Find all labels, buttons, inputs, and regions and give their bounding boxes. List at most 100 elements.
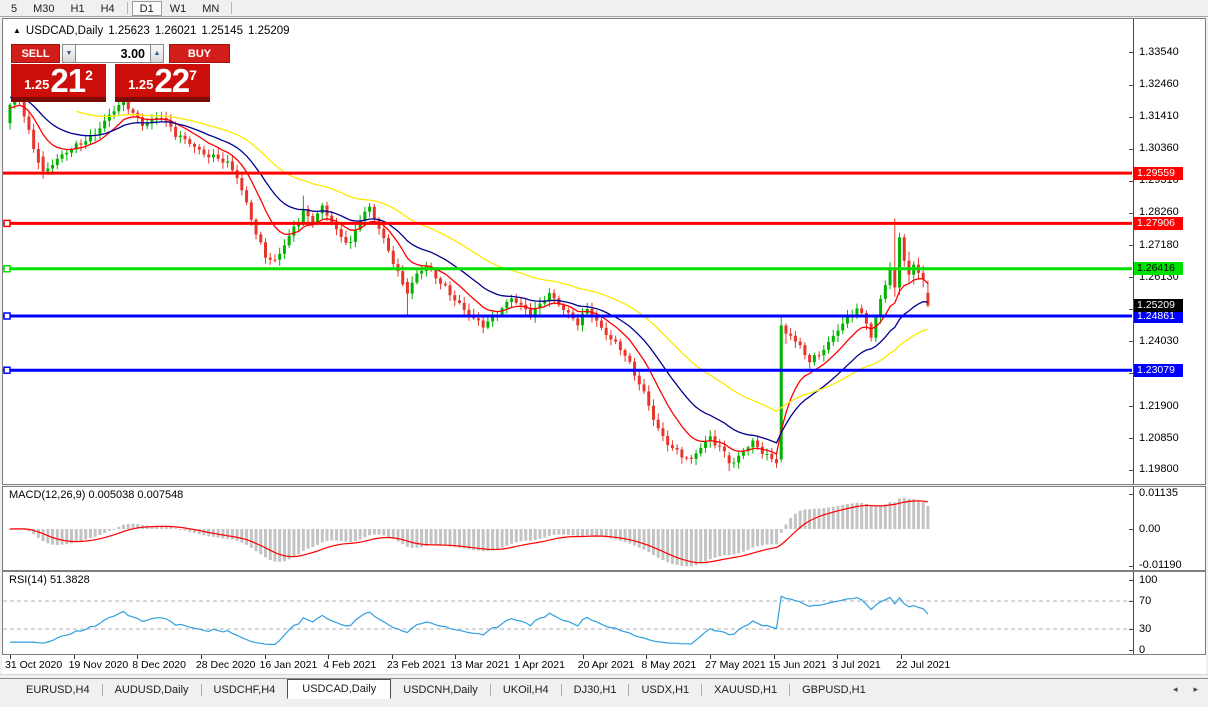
date-tick-label: 3 Jul 2021 (832, 659, 881, 671)
macd-label: MACD(12,26,9) 0.005038 0.007548 (9, 489, 184, 501)
buy-price-prefix: 1.25 (128, 77, 154, 92)
timeframe-D1[interactable]: D1 (131, 0, 162, 16)
date-tick-label: 28 Dec 2020 (195, 659, 256, 671)
down-arrow-icon: ▼ (65, 50, 73, 57)
current-price-flag: 1.25209 (1134, 298, 1183, 312)
date-tick-label: 15 Jun 2021 (768, 659, 827, 671)
date-tick-label: 4 Feb 2021 (323, 659, 377, 671)
tab-USDX,H1[interactable]: USDX,H1 (629, 681, 701, 699)
rsi-axis-line (1133, 572, 1134, 654)
toolbar-separator (231, 2, 233, 14)
sell-button[interactable]: SELL (11, 44, 60, 63)
sell-price-prefix: 1.25 (24, 77, 50, 92)
ohlc-low: 1.25145 (201, 25, 243, 37)
tab-DJ30,H1[interactable]: DJ30,H1 (562, 681, 629, 699)
price-tick: 1.32460 (1139, 78, 1179, 91)
timeframe-5[interactable]: 5 (3, 1, 25, 16)
date-tick-label: 19 Nov 2020 (68, 659, 129, 671)
price-tick: 1.33540 (1139, 45, 1179, 58)
tab-USDCAD,Daily[interactable]: USDCAD,Daily (287, 678, 392, 699)
ohlc-open: 1.25623 (108, 25, 150, 37)
hlines-group (3, 171, 1132, 374)
volume-increase-button[interactable]: ▲ (150, 44, 164, 63)
one-click-trading-panel: SELL ▼ ▲ BUY 1.25 21 2 1.25 22 7 (3, 44, 233, 124)
buy-price-big: 22 (154, 62, 190, 99)
chart-title: ▲ USDCAD,Daily 1.25623 1.26021 1.25145 1… (13, 25, 290, 37)
buy-price-box[interactable]: 1.25 22 7 (115, 64, 210, 97)
macd-tick: -0.01190 (1139, 559, 1182, 572)
date-tick-label: 20 Apr 2021 (577, 659, 635, 671)
ohlc-high: 1.26021 (154, 25, 197, 37)
date-tick-label: 23 Feb 2021 (386, 659, 446, 671)
rsi-tick: 100 (1139, 573, 1158, 586)
main-chart-panel: 1.33540 1.32460 1.31410 1.30360 1.29310 1.282… (2, 18, 1206, 485)
date-axis[interactable]: 31 Oct 2020 19 Nov 2020 8 Dec 2020 28 Dec 2… (2, 655, 1206, 674)
buy-box-shadow (115, 97, 210, 102)
date-tick-label: 8 Dec 2020 (132, 659, 186, 671)
tab-scroll-left-icon[interactable]: ◂ (1173, 684, 1178, 695)
macd-axis-line (1133, 487, 1134, 570)
timeframe-toolbar: 5 M30 H1 H4 D1 W1 MN (0, 0, 1208, 17)
price-axis-line (1133, 19, 1134, 484)
price-tick: 1.31410 (1139, 110, 1179, 123)
volume-decrease-button[interactable]: ▼ (62, 44, 76, 63)
price-tick: 1.27180 (1139, 238, 1179, 251)
date-tick-label: 16 Jan 2021 (259, 659, 318, 671)
sell-price-sup: 2 (85, 67, 93, 83)
rsi-plot (3, 595, 1132, 646)
price-tick: 1.19800 (1139, 463, 1179, 476)
timeframe-M30[interactable]: M30 (25, 1, 62, 16)
rsi-tick: 70 (1139, 594, 1152, 607)
date-tick-label: 13 Mar 2021 (450, 659, 510, 671)
tab-scroll-right-icon[interactable]: ▸ (1193, 684, 1198, 695)
timeframe-H4[interactable]: H4 (93, 1, 123, 16)
buy-button[interactable]: BUY (169, 44, 230, 63)
price-flag-1.29559: 1.29559 (1134, 166, 1183, 180)
macd-panel: MACD(12,26,9) 0.005038 0.007548 0.01135 0… (2, 486, 1206, 571)
macd-histogram (8, 497, 930, 567)
chart-tab-bar: EURUSD,H4 AUDUSD,Daily USDCHF,H4 USDCAD,Dai… (0, 678, 1208, 700)
chart-symbol: USDCAD,Daily (25, 25, 104, 37)
date-tick-label: 27 May 2021 (705, 659, 766, 671)
moving-averages-group (9, 96, 929, 455)
date-tick-label: 1 Apr 2021 (514, 659, 565, 671)
rsi-label: RSI(14) 51.3828 (9, 574, 90, 586)
date-tick-label: 22 Jul 2021 (895, 659, 951, 671)
sell-box-shadow (11, 97, 106, 102)
price-flag-1.23079: 1.23079 (1134, 363, 1183, 377)
tab-GBPUSD,H1[interactable]: GBPUSD,H1 (790, 681, 878, 699)
ohlc-close: 1.25209 (247, 25, 290, 37)
price-tick: 1.20850 (1139, 431, 1179, 444)
tab-EURUSD,H4[interactable]: EURUSD,H4 (14, 681, 102, 699)
toolbar-separator (126, 2, 128, 14)
timeframe-H1[interactable]: H1 (63, 1, 93, 16)
price-tick: 1.24030 (1139, 334, 1179, 347)
price-tick: 1.21900 (1139, 399, 1179, 412)
tab-AUDUSD,Daily[interactable]: AUDUSD,Daily (103, 681, 201, 699)
volume-input[interactable] (76, 44, 150, 63)
rsi-group (3, 595, 1132, 646)
price-flag-1.26416: 1.26416 (1134, 262, 1183, 276)
date-tick-label: 8 May 2021 (641, 659, 697, 671)
macd-tick: 0.01135 (1139, 487, 1178, 500)
macd-tick: 0.00 (1139, 522, 1161, 535)
rsi-line (10, 595, 929, 646)
price-tick: 1.30360 (1139, 142, 1179, 155)
tab-USDCNH,Daily[interactable]: USDCNH,Daily (391, 681, 490, 699)
date-tick-label: 31 Oct 2020 (5, 659, 63, 671)
rsi-tick: 0 (1139, 643, 1146, 656)
tab-XAUUSD,H1[interactable]: XAUUSD,H1 (702, 681, 789, 699)
up-arrow-icon: ▲ (153, 50, 161, 57)
status-strip (0, 700, 1208, 707)
price-flag-1.27906: 1.27906 (1134, 216, 1183, 230)
chart-collapse-icon[interactable]: ▲ (13, 26, 21, 35)
buy-price-sup: 7 (189, 67, 197, 83)
sell-price-big: 21 (50, 62, 86, 99)
sell-price-box[interactable]: 1.25 21 2 (11, 64, 106, 97)
rsi-panel: RSI(14) 51.3828 100 70 30 0 (2, 571, 1206, 656)
timeframe-W1[interactable]: W1 (162, 1, 195, 16)
tab-USDCHF,H4[interactable]: USDCHF,H4 (202, 681, 288, 699)
tab-UKOil,H4[interactable]: UKOil,H4 (491, 681, 561, 699)
timeframe-MN[interactable]: MN (194, 1, 227, 16)
rsi-tick: 30 (1139, 622, 1152, 635)
